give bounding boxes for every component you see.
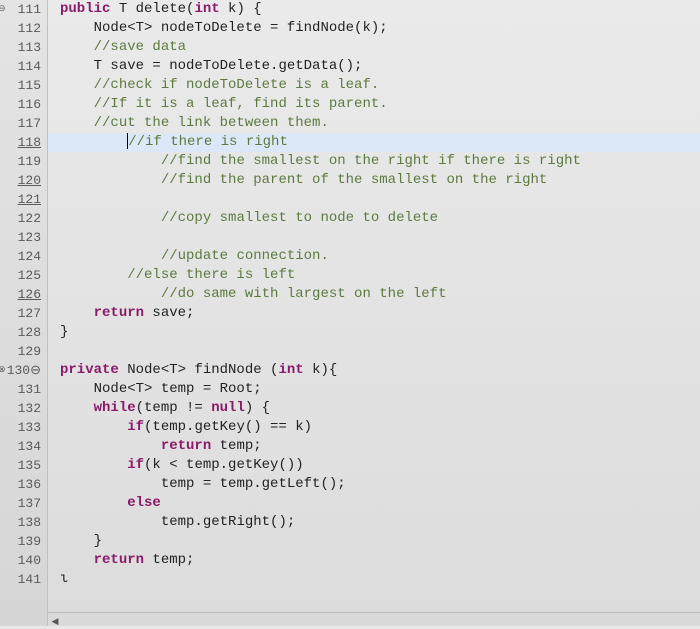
code-line: //else there is left bbox=[60, 266, 700, 285]
line-number: 131 bbox=[0, 380, 41, 399]
line-number: 137 bbox=[0, 494, 41, 513]
line-number: 133 bbox=[0, 418, 41, 437]
line-number: 140 bbox=[0, 551, 41, 570]
line-number: 120 bbox=[0, 171, 41, 190]
line-number: 128 bbox=[0, 323, 41, 342]
code-line bbox=[60, 190, 700, 209]
line-number: 117 bbox=[0, 114, 41, 133]
line-number: 139 bbox=[0, 532, 41, 551]
line-number: 136 bbox=[0, 475, 41, 494]
code-line: } bbox=[60, 323, 700, 342]
code-line: //check if nodeToDelete is a leaf. bbox=[60, 76, 700, 95]
line-number: 135 bbox=[0, 456, 41, 475]
line-number: 126 bbox=[0, 285, 41, 304]
code-line: //do same with largest on the left bbox=[60, 285, 700, 304]
code-line: return temp; bbox=[60, 551, 700, 570]
code-line: //find the parent of the smallest on the… bbox=[60, 171, 700, 190]
code-line: //update connection. bbox=[60, 247, 700, 266]
line-number: 124 bbox=[0, 247, 41, 266]
line-number: 112 bbox=[0, 19, 41, 38]
line-number: 123 bbox=[0, 228, 41, 247]
code-line: T save = nodeToDelete.getData(); bbox=[60, 57, 700, 76]
code-line: temp.getRight(); bbox=[60, 513, 700, 532]
code-line: if(temp.getKey() == k) bbox=[60, 418, 700, 437]
code-area[interactable]: public T delete(int k) { Node<T> nodeToD… bbox=[48, 0, 700, 626]
code-line: Node<T> nodeToDelete = findNode(k); bbox=[60, 19, 700, 38]
code-line: ι bbox=[60, 570, 700, 589]
line-number: 127 bbox=[0, 304, 41, 323]
line-number: 118 bbox=[0, 133, 41, 152]
line-number: 122 bbox=[0, 209, 41, 228]
code-line: //cut the link between them. bbox=[60, 114, 700, 133]
gutter-marker-icon: ⊖ bbox=[0, 0, 6, 19]
line-number: 132 bbox=[0, 399, 41, 418]
code-line: //find the smallest on the right if ther… bbox=[60, 152, 700, 171]
code-line bbox=[60, 228, 700, 247]
code-line: temp = temp.getLeft(); bbox=[60, 475, 700, 494]
code-line: //If it is a leaf, find its parent. bbox=[60, 95, 700, 114]
gutter-marker-icon: ⊗ bbox=[0, 361, 6, 380]
line-number: 119 bbox=[0, 152, 41, 171]
code-line: return temp; bbox=[60, 437, 700, 456]
code-line: while(temp != null) { bbox=[60, 399, 700, 418]
line-number: 113 bbox=[0, 38, 41, 57]
line-number: 141 bbox=[0, 570, 41, 589]
line-number-gutter: ⊖111112113114115116117118119120121122123… bbox=[0, 0, 48, 626]
line-number: 129 bbox=[0, 342, 41, 361]
line-number: 114 bbox=[0, 57, 41, 76]
code-line: Node<T> temp = Root; bbox=[60, 380, 700, 399]
line-number: 125 bbox=[0, 266, 41, 285]
code-line bbox=[60, 342, 700, 361]
code-line: return save; bbox=[60, 304, 700, 323]
code-line: //save data bbox=[60, 38, 700, 57]
code-line: if(k < temp.getKey()) bbox=[60, 456, 700, 475]
code-line: private Node<T> findNode (int k){ bbox=[60, 361, 700, 380]
code-editor[interactable]: ⊖111112113114115116117118119120121122123… bbox=[0, 0, 700, 626]
scroll-left-icon[interactable]: ◀ bbox=[48, 615, 62, 629]
code-line: else bbox=[60, 494, 700, 513]
line-number: 121 bbox=[0, 190, 41, 209]
line-number: 138 bbox=[0, 513, 41, 532]
line-number: 115 bbox=[0, 76, 41, 95]
line-number: ⊗130⊖ bbox=[0, 361, 41, 380]
line-number: 134 bbox=[0, 437, 41, 456]
line-number: 116 bbox=[0, 95, 41, 114]
code-line-current: //if there is right bbox=[48, 133, 700, 152]
line-number: ⊖111 bbox=[0, 0, 41, 19]
code-line: public T delete(int k) { bbox=[60, 0, 700, 19]
code-line: } bbox=[60, 532, 700, 551]
code-line: //copy smallest to node to delete bbox=[60, 209, 700, 228]
horizontal-scrollbar[interactable]: ◀ bbox=[48, 612, 700, 626]
